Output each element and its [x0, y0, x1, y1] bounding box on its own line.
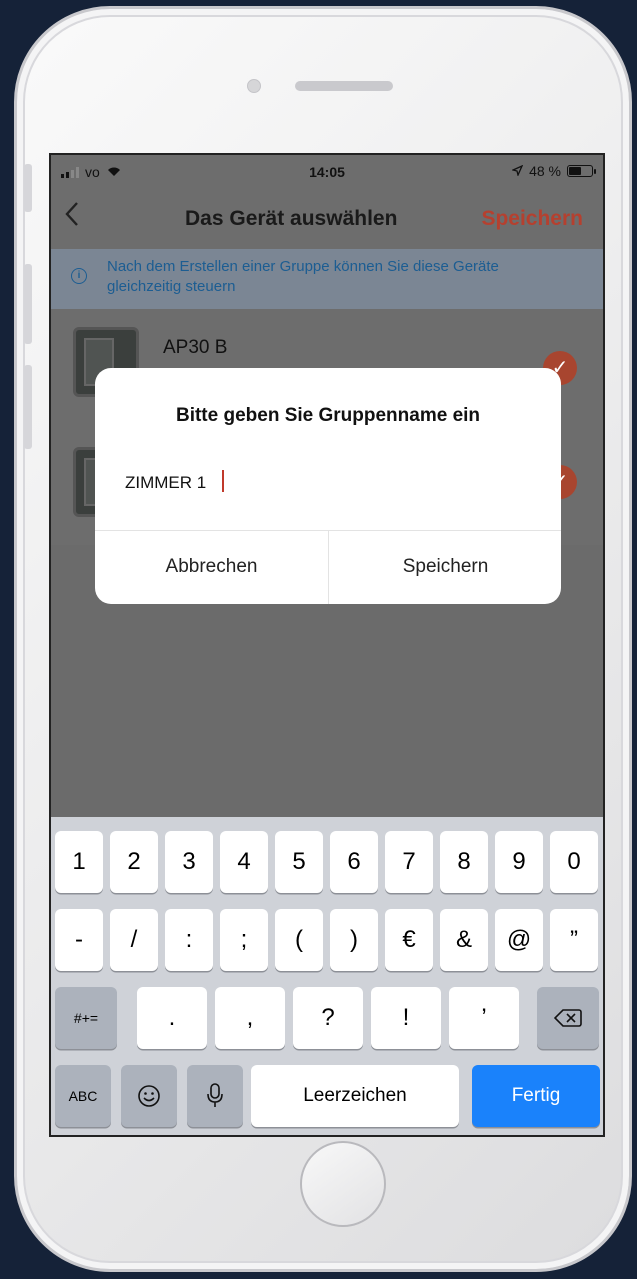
- earpiece-speaker: [295, 81, 393, 91]
- key-semicolon[interactable]: ;: [220, 909, 268, 971]
- key-8[interactable]: 8: [440, 831, 488, 893]
- status-right: 48 %: [511, 163, 596, 179]
- key-period[interactable]: .: [137, 987, 207, 1049]
- battery-percent: 48 %: [529, 163, 561, 179]
- abc-key[interactable]: ABC: [55, 1065, 111, 1127]
- key-9[interactable]: 9: [495, 831, 543, 893]
- location-icon: [511, 163, 524, 179]
- key-3[interactable]: 3: [165, 831, 213, 893]
- key-paren-close[interactable]: ): [330, 909, 378, 971]
- dialog-title: Bitte geben Sie Gruppenname ein: [175, 405, 481, 426]
- backspace-icon: [553, 1009, 582, 1027]
- microphone-icon: [207, 1083, 223, 1107]
- symbols-toggle-key[interactable]: #+=: [55, 987, 117, 1049]
- key-6[interactable]: 6: [330, 831, 378, 893]
- status-bar: vo 14:05 48 %: [51, 155, 603, 191]
- dictation-key[interactable]: [187, 1065, 243, 1127]
- cancel-button[interactable]: Abbrechen: [95, 530, 328, 604]
- done-key[interactable]: Fertig: [472, 1065, 600, 1127]
- key-slash[interactable]: /: [110, 909, 158, 971]
- space-key[interactable]: Leerzeichen: [251, 1065, 459, 1127]
- key-question[interactable]: ?: [293, 987, 363, 1049]
- key-0[interactable]: 0: [550, 831, 598, 893]
- chevron-left-icon[interactable]: [65, 201, 79, 235]
- info-banner: i Nach dem Erstellen einer Gruppe können…: [51, 249, 603, 309]
- battery-icon: [567, 165, 596, 177]
- group-name-input[interactable]: [125, 470, 525, 496]
- save-button[interactable]: Speichern: [481, 207, 583, 231]
- key-ampersand[interactable]: &: [440, 909, 488, 971]
- emoji-key[interactable]: [121, 1065, 177, 1127]
- key-1[interactable]: 1: [55, 831, 103, 893]
- dialog-save-button[interactable]: Speichern: [329, 530, 561, 604]
- key-2[interactable]: 2: [110, 831, 158, 893]
- group-name-dialog: Bitte geben Sie Gruppenname ein Abbreche…: [95, 368, 561, 604]
- mute-switch: [24, 164, 32, 212]
- volume-up-button: [24, 264, 32, 344]
- home-button[interactable]: [300, 1141, 386, 1227]
- key-euro[interactable]: €: [385, 909, 433, 971]
- key-hyphen[interactable]: -: [55, 909, 103, 971]
- volume-down-button: [24, 365, 32, 449]
- key-7[interactable]: 7: [385, 831, 433, 893]
- backspace-key[interactable]: [537, 987, 599, 1049]
- key-apostrophe[interactable]: ’: [449, 987, 519, 1049]
- front-camera: [247, 79, 261, 93]
- key-4[interactable]: 4: [220, 831, 268, 893]
- text-cursor: [222, 470, 224, 492]
- screen: vo 14:05 48 % Das Gerät auswählen Speich…: [49, 153, 605, 1137]
- page-title: Das Gerät auswählen: [185, 207, 398, 230]
- key-quote[interactable]: ”: [550, 909, 598, 971]
- key-comma[interactable]: ,: [215, 987, 285, 1049]
- info-banner-text: Nach dem Erstellen einer Gruppe können S…: [107, 258, 499, 295]
- info-icon: i: [71, 268, 87, 284]
- key-colon[interactable]: :: [165, 909, 213, 971]
- keyboard: 1 2 3 4 5 6 7 8 9 0 - / : ; ( ) € & @ ” …: [51, 817, 603, 1135]
- key-exclamation[interactable]: !: [371, 987, 441, 1049]
- device-name: AP30 B: [163, 337, 228, 358]
- key-5[interactable]: 5: [275, 831, 323, 893]
- key-at[interactable]: @: [495, 909, 543, 971]
- emoji-icon: [138, 1085, 160, 1107]
- key-paren-open[interactable]: (: [275, 909, 323, 971]
- nav-bar: Das Gerät auswählen Speichern: [51, 191, 603, 249]
